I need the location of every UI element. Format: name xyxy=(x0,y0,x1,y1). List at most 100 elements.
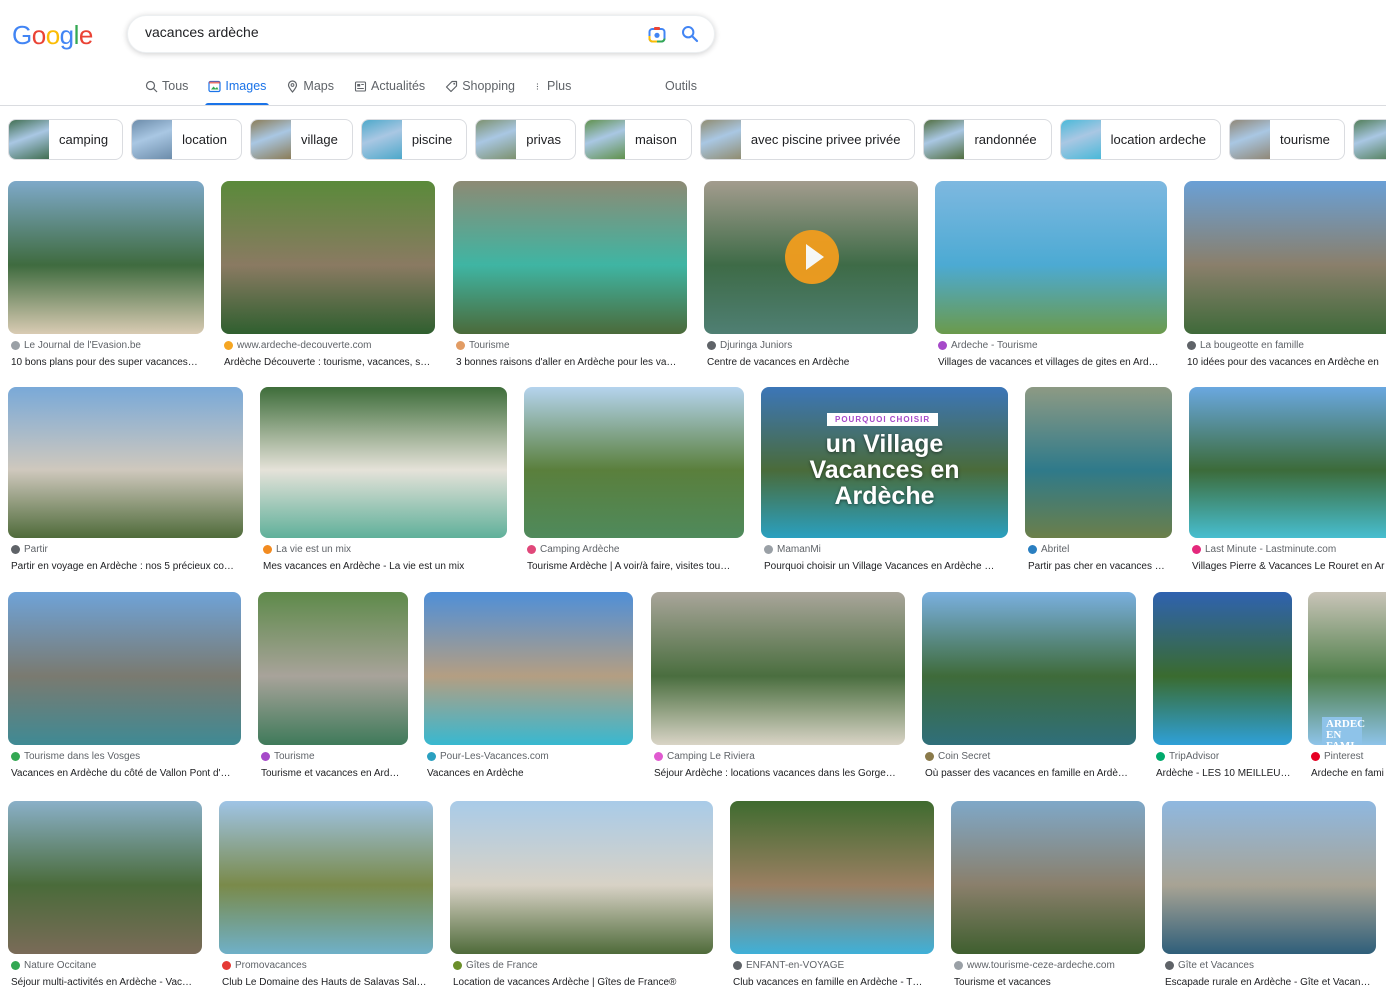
chip-privas[interactable]: privas xyxy=(475,119,576,160)
chip-tourisme[interactable]: tourisme xyxy=(1229,119,1345,160)
image-result[interactable]: Gîte et Vacances Escapade rurale en Ardèc… xyxy=(1162,801,1376,991)
play-icon[interactable] xyxy=(785,230,839,284)
chip-location[interactable]: location xyxy=(131,119,242,160)
image-result[interactable]: Le Journal de l'Evasion.be 10 bons plans … xyxy=(8,181,204,372)
result-source[interactable]: Djuringa Juniors xyxy=(707,340,792,351)
chip-piscine[interactable]: piscine xyxy=(360,119,468,160)
image-result[interactable]: Camping Le Riviera Séjour Ardèche : locat… xyxy=(651,592,905,783)
result-title[interactable]: Partir en voyage en Ardèche : nos 5 préc… xyxy=(11,561,242,572)
chip-randonnée[interactable]: randonnée xyxy=(923,119,1052,160)
image-result[interactable]: Tourisme 3 bonnes raisons d'aller en Ardè… xyxy=(453,181,687,372)
image-result[interactable]: Tourisme Tourisme et vacances en Ard… xyxy=(258,592,408,783)
result-thumbnail[interactable] xyxy=(1162,801,1376,954)
search-input[interactable] xyxy=(145,24,635,40)
result-source[interactable]: www.tourisme-ceze-ardeche.com xyxy=(954,960,1115,971)
result-title[interactable]: Séjour multi-activités en Ardèche - Vac… xyxy=(11,977,201,988)
result-thumbnail[interactable] xyxy=(453,181,687,334)
tab-more[interactable]: Plus xyxy=(535,75,571,97)
result-source[interactable]: Le Journal de l'Evasion.be xyxy=(11,340,141,351)
result-title[interactable]: Location de vacances Ardèche | Gîtes de … xyxy=(453,977,712,988)
image-result[interactable]: Djuringa Juniors Centre de vacances en Ar… xyxy=(704,181,918,372)
image-result[interactable]: Promovacances Club Le Domaine des Hauts d… xyxy=(219,801,433,991)
image-result[interactable]: La bougeotte en famille 10 idées pour des… xyxy=(1184,181,1386,372)
result-source[interactable]: Camping Ardèche xyxy=(527,544,620,555)
result-thumbnail[interactable]: POURQUOI CHOISIR un Village Vacances en Ard… xyxy=(761,387,1008,538)
image-result[interactable]: Nature Occitane Séjour multi-activités en… xyxy=(8,801,202,991)
tab-images[interactable]: Images xyxy=(205,75,270,106)
result-source[interactable]: ENFANT-en-VOYAGE xyxy=(733,960,844,971)
result-title[interactable]: Tourisme et vacances xyxy=(954,977,1144,988)
result-source[interactable]: Nature Occitane xyxy=(11,960,96,971)
result-thumbnail[interactable] xyxy=(8,181,204,334)
image-result[interactable]: POURQUOI CHOISIR un Village Vacances en Ard… xyxy=(761,387,1008,576)
result-thumbnail[interactable] xyxy=(219,801,433,954)
result-source[interactable]: www.ardeche-decouverte.com xyxy=(224,340,372,351)
google-lens-icon[interactable] xyxy=(648,26,666,43)
result-title[interactable]: Mes vacances en Ardèche - La vie est un … xyxy=(263,561,506,572)
result-title[interactable]: Ardèche Découverte : tourisme, vacances,… xyxy=(224,357,434,368)
image-result[interactable]: Ardeche - Tourisme Villages de vacances e… xyxy=(935,181,1167,372)
image-result[interactable]: Last Minute - Lastminute.com Villages Pie… xyxy=(1189,387,1386,576)
result-title[interactable]: Club vacances en famille en Ardèche - T… xyxy=(733,977,933,988)
tools-button[interactable]: Outils xyxy=(665,79,697,93)
result-thumbnail[interactable] xyxy=(8,387,243,538)
result-thumbnail[interactable] xyxy=(8,592,241,745)
result-thumbnail[interactable] xyxy=(1189,387,1386,538)
result-thumbnail[interactable] xyxy=(260,387,507,538)
result-title[interactable]: Vacances en Ardèche du côté de Vallon Po… xyxy=(11,768,240,779)
chip-location-ardeche[interactable]: location ardeche xyxy=(1059,119,1222,160)
result-title[interactable]: Tourisme et vacances en Ard… xyxy=(261,768,407,779)
image-result[interactable]: Camping Ardèche Tourisme Ardèche | A voir… xyxy=(524,387,744,576)
result-source[interactable]: TripAdvisor xyxy=(1156,751,1219,762)
image-result[interactable]: Partir Partir en voyage en Ardèche : nos … xyxy=(8,387,243,576)
result-source[interactable]: Gîte et Vacances xyxy=(1165,960,1254,971)
result-title[interactable]: Club Le Domaine des Hauts de Salavas Sal… xyxy=(222,977,432,988)
result-title[interactable]: Ardeche en fami xyxy=(1311,768,1386,779)
result-source[interactable]: Pinterest xyxy=(1311,751,1363,762)
result-source[interactable]: Tourisme xyxy=(456,340,510,351)
result-thumbnail[interactable] xyxy=(1153,592,1292,745)
image-result[interactable]: ENFANT-en-VOYAGE Club vacances en famille… xyxy=(730,801,934,991)
result-title[interactable]: Villages Pierre & Vacances Le Rouret en … xyxy=(1192,561,1386,572)
image-result[interactable]: www.tourisme-ceze-ardeche.com Tourisme et… xyxy=(951,801,1145,991)
result-thumbnail[interactable] xyxy=(651,592,905,745)
result-title[interactable]: 3 bonnes raisons d'aller en Ardèche pour… xyxy=(456,357,686,368)
image-result[interactable]: Tourisme dans les Vosges Vacances en Ardè… xyxy=(8,592,241,783)
image-result[interactable]: www.ardeche-decouverte.com Ardèche Découv… xyxy=(221,181,435,372)
result-thumbnail[interactable] xyxy=(8,801,202,954)
result-source[interactable]: Tourisme dans les Vosges xyxy=(11,751,140,762)
search-icon[interactable] xyxy=(681,25,699,43)
chip-camping[interactable]: camping xyxy=(8,119,124,160)
result-title[interactable]: Séjour Ardèche : locations vacances dans… xyxy=(654,768,904,779)
result-title[interactable]: Ardèche - LES 10 MEILLEU… xyxy=(1156,768,1291,779)
result-thumbnail[interactable] xyxy=(951,801,1145,954)
result-source[interactable]: Pour-Les-Vacances.com xyxy=(427,751,549,762)
google-logo[interactable]: Google xyxy=(12,20,93,51)
result-title[interactable]: Pourquoi choisir un Village Vacances en … xyxy=(764,561,1007,572)
result-thumbnail[interactable]: ARDECEN FAMI xyxy=(1308,592,1386,745)
result-thumbnail[interactable] xyxy=(730,801,934,954)
result-source[interactable]: Coin Secret xyxy=(925,751,990,762)
result-thumbnail[interactable] xyxy=(1025,387,1172,538)
tab-shopping[interactable]: Shopping xyxy=(445,75,515,97)
tab-all[interactable]: Tous xyxy=(145,75,188,97)
result-source[interactable]: Last Minute - Lastminute.com xyxy=(1192,544,1336,555)
result-title[interactable]: Où passer des vacances en famille en Ard… xyxy=(925,768,1135,779)
result-title[interactable]: Villages de vacances et villages de gite… xyxy=(938,357,1166,368)
result-thumbnail[interactable] xyxy=(424,592,633,745)
result-thumbnail[interactable] xyxy=(704,181,918,334)
chip-pay[interactable]: pay xyxy=(1352,119,1386,160)
result-thumbnail[interactable] xyxy=(1184,181,1386,334)
image-result[interactable]: Coin Secret Où passer des vacances en fam… xyxy=(922,592,1136,783)
tab-news[interactable]: Actualités xyxy=(354,75,425,97)
result-thumbnail[interactable] xyxy=(935,181,1167,334)
result-title[interactable]: Centre de vacances en Ardèche xyxy=(707,357,917,368)
result-source[interactable]: Partir xyxy=(11,544,48,555)
result-title[interactable]: Tourisme Ardèche | A voir/à faire, visit… xyxy=(527,561,743,572)
result-title[interactable]: Partir pas cher en vacances … xyxy=(1028,561,1171,572)
chip-village[interactable]: village xyxy=(249,119,353,160)
result-thumbnail[interactable] xyxy=(221,181,435,334)
result-thumbnail[interactable] xyxy=(922,592,1136,745)
result-title[interactable]: Vacances en Ardèche xyxy=(427,768,632,779)
image-result[interactable]: Gîtes de France Location de vacances Ardè… xyxy=(450,801,713,991)
